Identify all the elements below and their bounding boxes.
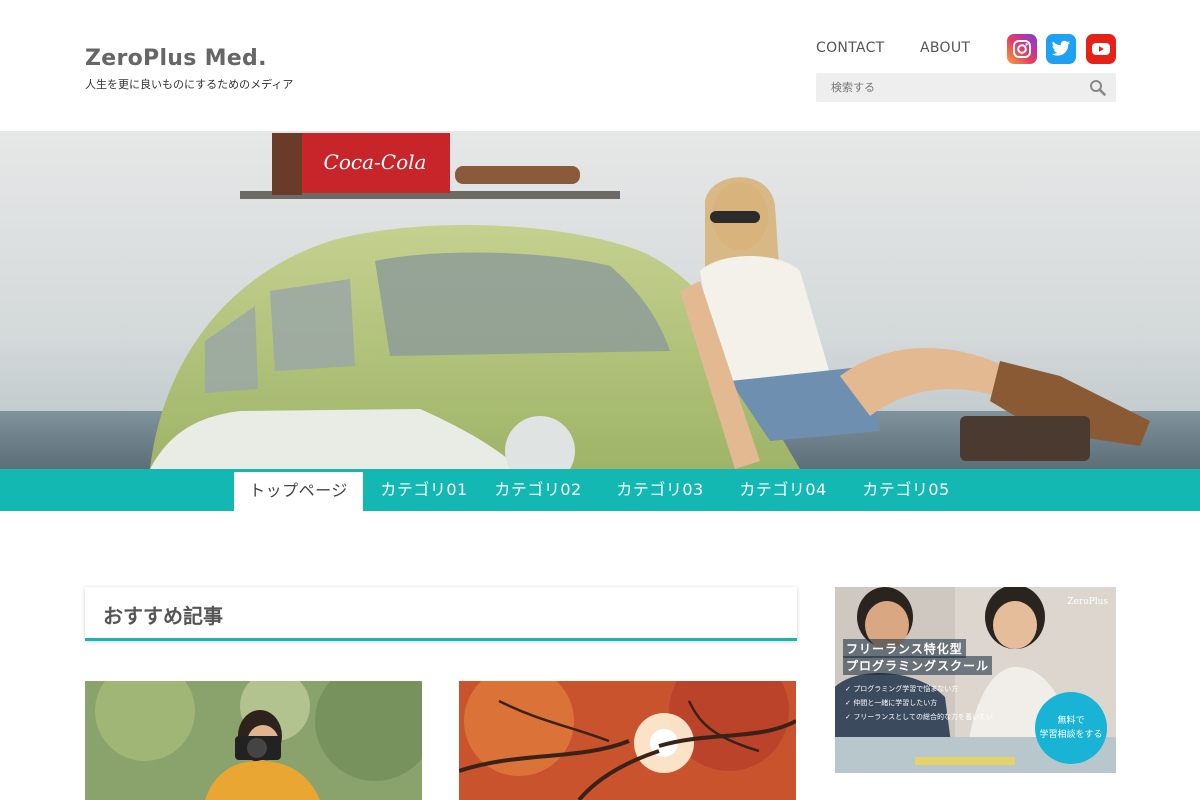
hero-image: Coca-Cola [0,131,1200,469]
site-header: ZeroPlus Med. 人生を更に良いものにするためのメディア CONTAC… [0,0,1200,131]
banner-points: プログラミング学習で悩まない方 仲間と一緒に学習したい方 フリーランスとしての総… [845,682,993,724]
banner-point: フリーランスとしての総合的な力を養いたい [845,710,993,724]
section-title: おすすめ記事 [103,604,223,628]
article-thumbnail [459,681,796,800]
sidebar-ad-banner[interactable]: ZeroPlus フリーランス特化型 プログラミングスクール プログラミング学習… [835,587,1116,773]
category-tab-05[interactable]: カテゴリ05 [850,469,962,511]
search-input[interactable] [816,73,1086,102]
article-thumbnail [85,681,422,800]
cta-line2: 学習相談をする [1039,730,1103,740]
instagram-icon[interactable] [1007,34,1037,64]
nav-about-link[interactable]: ABOUT [920,40,970,56]
category-tab-01[interactable]: カテゴリ01 [368,469,480,511]
article-card[interactable] [459,681,796,800]
category-tab-04[interactable]: カテゴリ04 [727,469,839,511]
free-consultation-button[interactable]: 無料で 学習相談をする [1035,692,1107,764]
cta-line1: 無料で [1057,716,1085,726]
site-logo[interactable]: ZeroPlus Med. [85,46,267,71]
youtube-icon[interactable] [1086,34,1116,64]
nav-contact-link[interactable]: CONTACT [816,40,885,56]
banner-point: 仲間と一緒に学習したい方 [845,696,993,710]
twitter-icon[interactable] [1046,34,1076,64]
banner-brand-logo: ZeroPlus [1067,597,1108,607]
category-tab-02[interactable]: カテゴリ02 [482,469,594,511]
svg-text:Coca-Cola: Coca-Cola [324,150,427,174]
category-tab-top[interactable]: トップページ [234,472,363,511]
site-tagline: 人生を更に良いものにするためのメディア [85,78,294,91]
category-nav: トップページ カテゴリ01 カテゴリ02 カテゴリ03 カテゴリ04 カテゴリ0… [0,469,1200,511]
category-tab-03[interactable]: カテゴリ03 [604,469,716,511]
banner-title-line2: プログラミングスクール [843,656,993,675]
search-icon[interactable] [1089,79,1106,96]
article-card[interactable] [85,681,422,800]
recommended-section-heading: おすすめ記事 [85,587,797,641]
search-box [816,73,1116,102]
banner-point: プログラミング学習で悩まない方 [845,682,993,696]
